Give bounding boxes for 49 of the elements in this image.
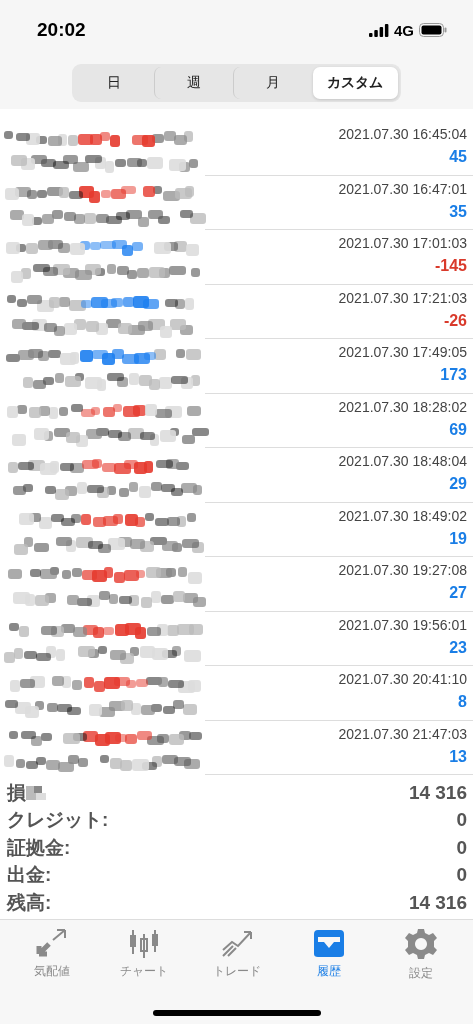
inbox-icon	[311, 927, 346, 958]
deal-time: 2021.07.30 19:56:01	[338, 616, 467, 633]
deal-profit: 13	[449, 747, 467, 766]
battery-icon	[419, 23, 447, 37]
period-tab[interactable]: 月	[233, 67, 313, 99]
deal-time: 2021.07.30 18:28:02	[338, 398, 467, 415]
settings-icon	[404, 927, 437, 960]
deal-profit: 19	[449, 529, 467, 548]
deal-time: 2021.07.30 21:47:03	[338, 725, 467, 742]
deal-profit: -145	[434, 257, 467, 275]
deal-profit: -26	[443, 311, 467, 330]
summary-label: 残高:	[7, 890, 52, 915]
summary-value: 0	[456, 836, 467, 859]
deal-time: 2021.07.30 19:27:08	[338, 562, 467, 578]
status-time: 20:02	[37, 19, 86, 41]
deal-time: 2021.07.30 18:48:04	[338, 453, 467, 469]
tab-bar-item[interactable]: チャート	[98, 927, 191, 982]
deal-time: 2021.07.30 17:01:03	[338, 235, 467, 251]
deal-profit: 29	[449, 475, 467, 493]
deal-profit: 45	[449, 148, 467, 166]
period-tab[interactable]: 日	[75, 67, 154, 99]
deal-profit: 27	[449, 584, 467, 602]
deal-time: 2021.07.30 16:45:04	[338, 126, 467, 142]
deal-time: 2021.07.30 17:21:03	[338, 289, 467, 306]
summary-label: 損	[7, 780, 26, 805]
deal-time: 2021.07.30 17:49:05	[338, 344, 467, 360]
deal-profit: 35	[449, 202, 467, 221]
deal-profit: 23	[449, 638, 467, 657]
tab-bar-item[interactable]: 履歴	[282, 927, 375, 982]
summary-label: クレジット:	[7, 808, 109, 833]
summary-value: 0	[456, 864, 467, 887]
tab-bar-item[interactable]: トレード	[190, 927, 283, 982]
tab-bar-item[interactable]: 設定	[374, 927, 467, 982]
period-tab[interactable]: カスタム	[312, 67, 398, 99]
tab-bar-item[interactable]: 気配値	[6, 927, 99, 982]
deal-profit: 8	[458, 693, 467, 711]
deal-time: 2021.07.30 20:41:10	[338, 671, 467, 687]
summary-label: 出金:	[7, 863, 52, 888]
summary-value: 14 316	[408, 781, 467, 804]
network-label: 4G	[394, 21, 414, 39]
deal-time: 2021.07.30 18:49:02	[338, 507, 467, 524]
deal-profit: 173	[440, 366, 467, 384]
summary-label: 証拠金:	[7, 835, 71, 860]
period-tab[interactable]: 週	[153, 67, 234, 99]
deal-time: 2021.07.30 16:47:01	[338, 180, 467, 197]
summary-value: 0	[456, 809, 467, 832]
summary-value: 14 316	[408, 891, 467, 914]
deal-profit: 69	[449, 420, 467, 439]
signal-icon	[369, 23, 389, 37]
